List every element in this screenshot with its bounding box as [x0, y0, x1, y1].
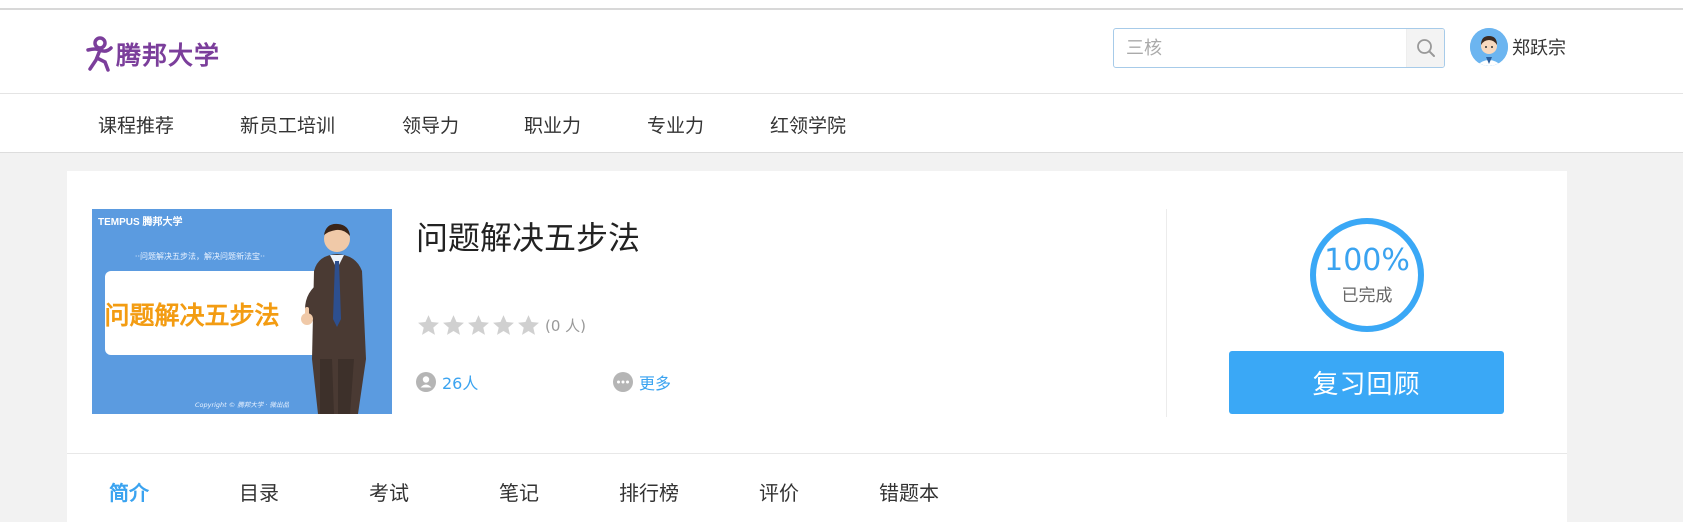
nav-item-career[interactable]: 职业力: [524, 111, 581, 138]
star-icon[interactable]: [441, 313, 466, 338]
tab-mistakes[interactable]: 错题本: [879, 477, 939, 506]
rating-stars: (0 人): [416, 313, 586, 338]
site-logo[interactable]: 腾邦大学: [84, 34, 220, 74]
nav-item-leadership[interactable]: 领导力: [402, 111, 459, 138]
search-input[interactable]: [1114, 29, 1406, 67]
tab-catalog[interactable]: 目录: [239, 477, 279, 506]
tab-notes[interactable]: 笔记: [499, 477, 539, 506]
course-title: 问题解决五步法: [416, 219, 641, 257]
cover-headline: 问题解决五步法: [104, 301, 279, 330]
cover-brand: TEMPUS 腾邦大学: [98, 215, 182, 228]
nav-item-professional[interactable]: 专业力: [647, 111, 704, 138]
star-icon[interactable]: [516, 313, 541, 338]
review-button[interactable]: 复习回顾: [1229, 351, 1504, 414]
nav-item-red-collar[interactable]: 红领学院: [770, 111, 846, 138]
star-icon[interactable]: [491, 313, 516, 338]
progress-status: 已完成: [1341, 286, 1393, 306]
divider: [1166, 209, 1167, 417]
cover-copyright: Copyright © 腾邦大学 · 微出品: [195, 401, 290, 409]
category-nav: 课程推荐 新员工培训 领导力 职业力 专业力 红领学院: [0, 94, 1683, 153]
star-icon[interactable]: [466, 313, 491, 338]
more-label: 更多: [639, 374, 672, 393]
learner-count-text: 26人: [442, 374, 479, 393]
rating-count: (0 人): [545, 317, 587, 335]
tab-exam[interactable]: 考试: [369, 477, 409, 506]
user-name: 郑跃宗: [1512, 38, 1566, 59]
course-cover-image[interactable]: TEMPUS 腾邦大学 ··问题解决五步法，解决问题新法宝·· 问题解决五步法 …: [92, 209, 392, 414]
progress-ring: 100% 已完成: [1307, 215, 1427, 335]
top-border: [0, 0, 1683, 10]
progress-value: 100%: [1324, 243, 1410, 278]
tab-intro[interactable]: 简介: [109, 477, 149, 506]
avatar: [1470, 28, 1508, 66]
person-icon: [416, 372, 436, 392]
search-icon: [1416, 39, 1435, 57]
search-box: [1113, 28, 1445, 68]
more-icon: [613, 372, 633, 392]
tab-reviews[interactable]: 评价: [759, 477, 799, 506]
nav-item-new-employee[interactable]: 新员工培训: [240, 111, 335, 138]
user-menu[interactable]: 郑跃宗: [1470, 27, 1566, 67]
course-tabs: 简介 目录 考试 笔记 排行榜 评价 错题本: [67, 453, 1567, 522]
star-icon[interactable]: [416, 313, 441, 338]
learner-count: 26人: [416, 370, 478, 394]
more-button[interactable]: 更多: [613, 370, 671, 394]
cover-tagline: ··问题解决五步法，解决问题新法宝··: [135, 251, 265, 261]
logo-text: 腾邦大学: [116, 41, 221, 70]
course-card: TEMPUS 腾邦大学 ··问题解决五步法，解决问题新法宝·· 问题解决五步法 …: [67, 171, 1567, 455]
site-header: 腾邦大学 郑跃宗: [0, 10, 1683, 94]
tab-leaderboard[interactable]: 排行榜: [619, 477, 679, 506]
logo-icon: [86, 36, 113, 72]
avatar-icon: [1470, 28, 1508, 66]
search-button[interactable]: [1406, 29, 1444, 67]
nav-item-course-recommend[interactable]: 课程推荐: [98, 111, 174, 138]
